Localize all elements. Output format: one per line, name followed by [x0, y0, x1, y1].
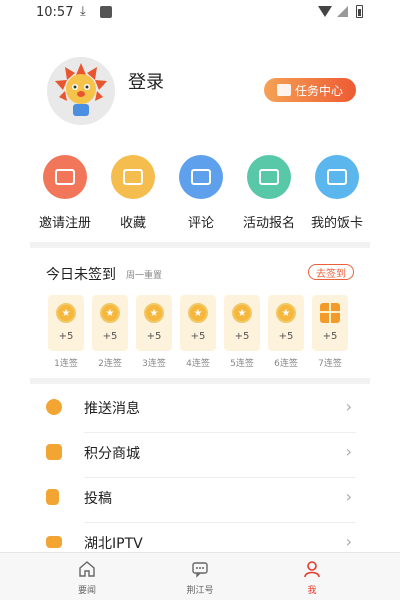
quick-action-label: 评论 [187, 216, 214, 231]
signin-day-label: 4连签 [186, 359, 210, 369]
signin-points: +5 [58, 331, 74, 342]
tab-jingjiang[interactable]: 荆江号 [165, 553, 235, 600]
chat-icon [192, 562, 208, 578]
quick-action-invite[interactable]: 邀请注册 [30, 155, 98, 235]
coin-icon: ★ [144, 303, 164, 323]
signal-icon [337, 6, 348, 17]
gift-icon [320, 303, 340, 323]
quick-actions: 邀请注册 收藏 评论 活动报名 我的饭卡 [30, 155, 370, 235]
quick-action-label: 活动报名 [242, 216, 295, 231]
tab-label: 要闻 [77, 586, 96, 596]
signin-day-card: ★ +5 [136, 295, 172, 351]
coin-icon: ★ [232, 303, 252, 323]
signin-points: +5 [278, 331, 294, 342]
signin-day-label: 1连签 [54, 359, 78, 369]
task-center-label: 任务中心 [294, 83, 343, 98]
signin-day-card: +5 [312, 295, 348, 351]
quick-action-label: 邀请注册 [38, 216, 91, 231]
signin-day-card: ★ +5 [268, 295, 304, 351]
quick-action-comments[interactable]: 评论 [166, 155, 234, 235]
points-mall-icon [46, 444, 62, 460]
quick-action-favorites[interactable]: 收藏 [98, 155, 166, 235]
home-icon [79, 561, 95, 577]
bottom-tab-bar: 要闻 荆江号 我 [0, 552, 400, 600]
signin-day-card: ★ +5 [224, 295, 260, 351]
chevron-right-icon: › [345, 532, 352, 551]
lion-mascot-icon [47, 57, 115, 125]
tab-label: 荆江号 [186, 586, 214, 596]
card-icon [315, 155, 359, 199]
chevron-right-icon: › [345, 397, 352, 416]
signin-points: +5 [190, 331, 206, 342]
signin-day-label: 7连签 [318, 359, 342, 369]
status-time: 10:57 [36, 5, 74, 20]
bookmark-icon [111, 155, 155, 199]
comment-icon [179, 155, 223, 199]
menu-item-points-mall[interactable]: 积分商城 › [46, 433, 356, 477]
signin-day-label: 2连签 [98, 359, 122, 369]
envelope-icon [43, 155, 87, 199]
tv-icon [46, 536, 62, 548]
signin-points: +5 [146, 331, 162, 342]
submit-article-icon [46, 489, 59, 505]
tab-news[interactable]: 要闻 [52, 553, 122, 600]
tab-label: 我 [307, 586, 317, 596]
task-icon [276, 84, 291, 96]
notification-icon [100, 6, 112, 18]
coin-icon: ★ [100, 303, 120, 323]
signin-day-label: 5连签 [230, 359, 254, 369]
menu-item-submit-article[interactable]: 投稿 › [46, 478, 356, 522]
coin-icon: ★ [188, 303, 208, 323]
chevron-right-icon: › [345, 487, 352, 506]
tab-me[interactable]: 我 [277, 553, 347, 600]
coin-icon: ★ [56, 303, 76, 323]
battery-icon [356, 5, 363, 18]
menu-item-label: 投稿 [84, 491, 112, 507]
clipboard-icon [247, 155, 291, 199]
menu-item-label: 推送消息 [84, 401, 140, 417]
menu-item-push-messages[interactable]: 推送消息 › [46, 388, 356, 432]
menu-item-label: 湖北IPTV [84, 536, 143, 552]
signin-subtitle: 周一重置 [126, 271, 163, 281]
signin-day-label: 3连签 [142, 359, 166, 369]
signin-points: +5 [234, 331, 250, 342]
wifi-icon [318, 6, 332, 17]
coin-icon: ★ [276, 303, 296, 323]
download-icon: ⤓ [80, 4, 86, 19]
section-divider [30, 242, 370, 248]
chevron-right-icon: › [345, 442, 352, 461]
quick-action-label: 我的饭卡 [310, 216, 363, 231]
quick-action-label: 收藏 [119, 216, 146, 231]
status-bar: 10:57 ⤓ [0, 0, 400, 26]
signin-day-card: ★ +5 [180, 295, 216, 351]
user-icon [304, 561, 320, 578]
signin-title: 今日未签到 [46, 267, 116, 283]
go-signin-button[interactable]: 去签到 [308, 264, 354, 280]
signin-points: +5 [322, 331, 338, 342]
signin-day-card: ★ +5 [92, 295, 128, 351]
avatar[interactable] [47, 57, 115, 125]
quick-action-meal-card[interactable]: 我的饭卡 [302, 155, 370, 235]
section-divider [30, 378, 370, 384]
quick-action-event-signup[interactable]: 活动报名 [234, 155, 302, 235]
signin-day-label: 6连签 [274, 359, 298, 369]
menu-item-label: 积分商城 [84, 446, 140, 462]
signin-day-card: ★ +5 [48, 295, 84, 351]
signin-points: +5 [102, 331, 118, 342]
task-center-button[interactable]: 任务中心 [264, 78, 356, 102]
login-link[interactable]: 登录 [128, 68, 164, 94]
push-message-icon [46, 399, 62, 415]
